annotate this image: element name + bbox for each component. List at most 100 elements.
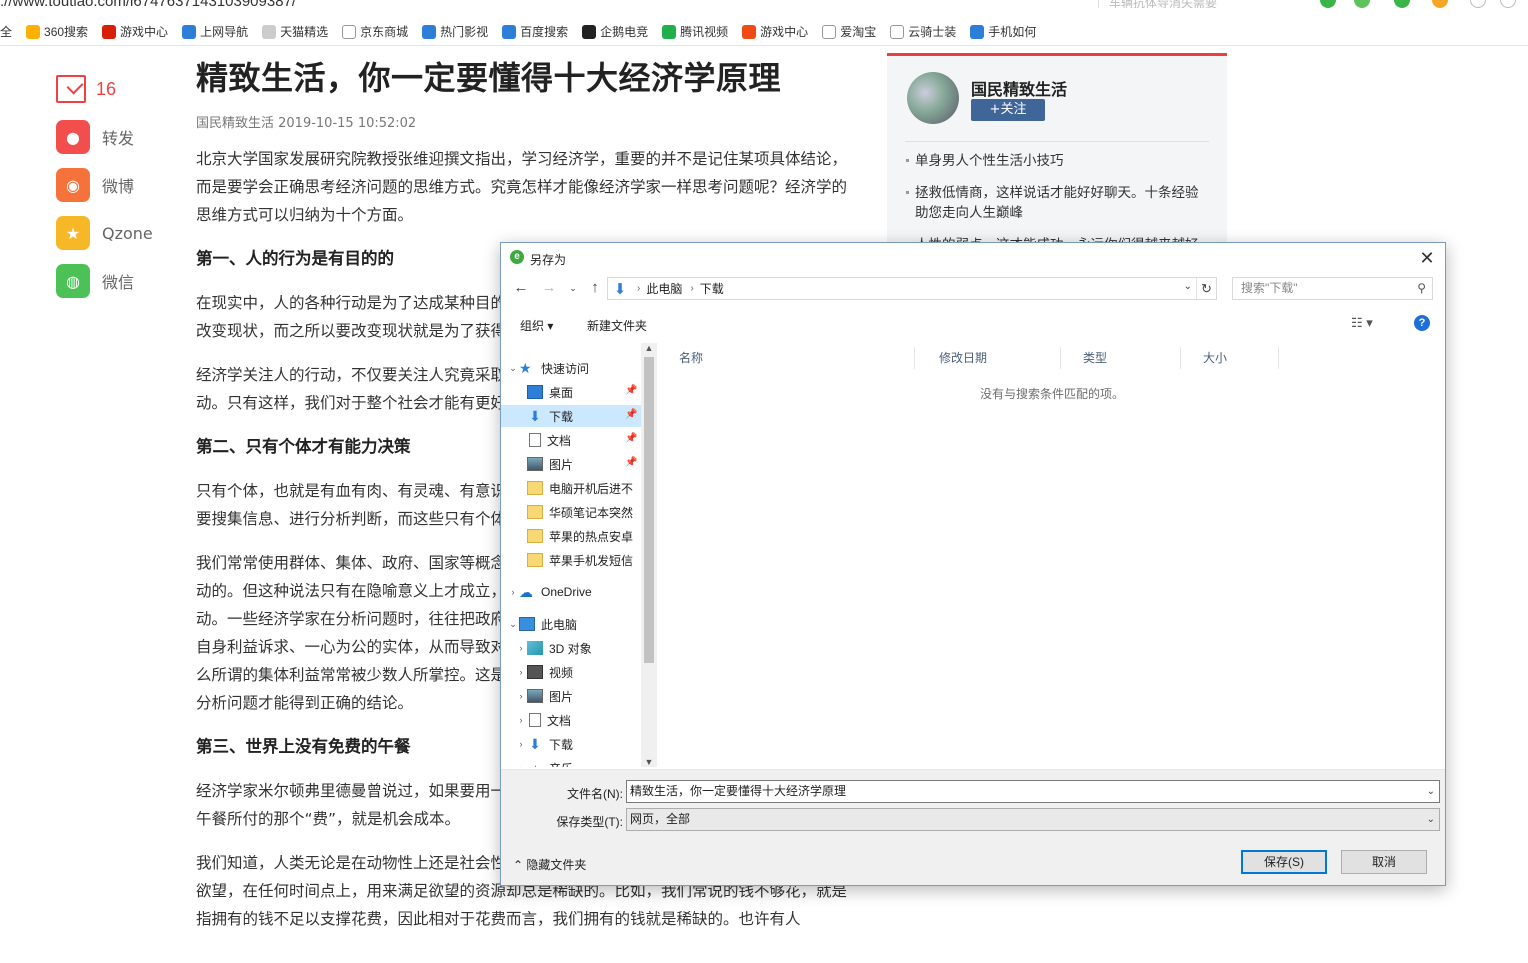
extension-badge-icon[interactable] [1394, 0, 1410, 8]
hide-folders-toggle[interactable]: ⌃ 隐藏文件夹 [513, 856, 586, 873]
dialog-title-bar[interactable]: e 另存为 ✕ [501, 243, 1445, 273]
extension-coin-icon[interactable] [1432, 0, 1448, 8]
tree-item[interactable]: ⌄ 此电脑 [501, 613, 641, 635]
breadcrumb-this-pc[interactable]: 此电脑 [646, 280, 682, 297]
extension-chat-icon[interactable] [1470, 0, 1486, 8]
up-arrow-icon[interactable]: ↑ [585, 278, 605, 298]
chevron-down-icon[interactable]: ⌄ [1427, 809, 1435, 830]
wechat-icon: ◍ [56, 264, 90, 298]
chevron-right-icon[interactable]: › [637, 283, 640, 294]
extension-square-icon[interactable] [1500, 0, 1516, 8]
chevron-right-icon[interactable]: › [690, 283, 693, 294]
chevron-right-icon[interactable]: › [515, 715, 527, 725]
share-wechat-button[interactable]: ◍ 微信 [56, 264, 166, 298]
tree-item[interactable]: › 视频 [501, 661, 641, 683]
related-article-link[interactable]: 单身男人个性生活小技巧 [905, 151, 1211, 171]
column-type[interactable]: 类型 [1063, 347, 1181, 369]
save-button[interactable]: 保存(S) [1241, 850, 1327, 874]
close-button[interactable]: ✕ [1415, 246, 1439, 270]
forward-arrow-icon[interactable]: → [539, 278, 559, 298]
share-qzone-button[interactable]: ★ Qzone [56, 216, 166, 250]
chevron-down-icon[interactable]: ⌄ [1184, 281, 1192, 292]
filename-value: 精致生活，你一定要懂得十大经济学原理 [630, 784, 847, 798]
chevron-down-icon[interactable]: ⌄ [1427, 781, 1435, 802]
chevron-down-icon[interactable]: ⌄ [507, 619, 519, 630]
tree-item[interactable]: › ⬇ 下载 [501, 733, 641, 755]
3d-objects-icon [527, 641, 543, 655]
chevron-right-icon[interactable]: › [515, 691, 527, 701]
tree-item[interactable]: ›♪ 音乐 [501, 757, 641, 767]
breadcrumb-downloads[interactable]: 下载 [700, 280, 724, 297]
bookmark-item[interactable]: 游戏中心 [102, 23, 168, 40]
column-name[interactable]: 名称 [659, 347, 915, 369]
back-arrow-icon[interactable]: ← [511, 278, 531, 298]
bookmark-item[interactable]: 京东商城 [342, 23, 408, 40]
tree-item[interactable]: 电脑开机后进不 [501, 477, 641, 499]
comment-button[interactable]: 16 [56, 72, 166, 106]
column-size[interactable]: 大小 [1183, 347, 1279, 369]
tree-item[interactable]: › 文档 [501, 709, 641, 731]
file-list[interactable]: 名称 修改日期 类型 大小 没有与搜索条件匹配的项。 [659, 343, 1445, 767]
bookmark-item[interactable]: 上网导航 [182, 23, 248, 40]
tree-item[interactable]: 图片 📌 [501, 453, 641, 475]
bookmark-item[interactable]: 企鹅电竞 [582, 23, 648, 40]
share-weibo-button[interactable]: ◉ 微博 [56, 168, 166, 202]
bookmark-item[interactable]: 全 [0, 23, 12, 40]
tree-item[interactable]: 文档 📌 [501, 429, 641, 451]
address-bar[interactable]: ://www.toutiao.com/i6747637143103909387/… [0, 0, 1528, 18]
scroll-down-icon[interactable]: ▼ [641, 757, 657, 767]
organize-menu[interactable]: 组织 ▾ [520, 317, 553, 334]
view-options-icon[interactable]: ☷ ▾ [1351, 315, 1373, 331]
bookmark-item[interactable]: 爱淘宝 [822, 23, 876, 40]
help-icon[interactable]: ? [1414, 315, 1430, 331]
avatar[interactable] [907, 72, 959, 124]
column-date-modified[interactable]: 修改日期 [919, 347, 1061, 369]
filetype-select[interactable]: 网页，全部 ⌄ [626, 808, 1440, 831]
share-forward-button[interactable]: ● 转发 [56, 120, 166, 154]
chevron-right-icon[interactable]: › [515, 667, 527, 677]
path-bar[interactable]: ⬇ › 此电脑 › 下载 ⌄ ↻ [607, 277, 1217, 300]
tree-item[interactable]: › ☁ OneDrive [501, 581, 641, 603]
chevron-right-icon[interactable]: › [515, 739, 527, 749]
tree-item[interactable]: ⌄ ★ 快速访问 [501, 357, 641, 379]
url-text[interactable]: ://www.toutiao.com/i6747637143103909387/ [0, 0, 296, 10]
new-folder-button[interactable]: 新建文件夹 [587, 317, 647, 334]
scroll-up-icon[interactable]: ▲ [641, 343, 657, 353]
bookmark-item[interactable]: 百度搜索 [502, 23, 568, 40]
cancel-button[interactable]: 取消 [1341, 850, 1427, 874]
search-input[interactable]: 搜索"下载" ⚲ [1232, 277, 1433, 300]
chevron-right-icon[interactable]: › [515, 643, 527, 653]
extension-clover-icon[interactable] [1354, 0, 1370, 8]
tree-item[interactable]: 苹果手机发短信 [501, 549, 641, 571]
bookmark-item[interactable]: 手机如何 [970, 23, 1036, 40]
chevron-right-icon[interactable]: › [515, 763, 527, 767]
search-icon[interactable]: ⚲ [1417, 278, 1426, 299]
bookmark-item[interactable]: 游戏中心 [742, 23, 808, 40]
tree-item[interactable]: › 图片 [501, 685, 641, 707]
refresh-icon[interactable]: ↻ [1196, 278, 1216, 299]
tree-item[interactable]: › 3D 对象 [501, 637, 641, 659]
extension-green-icon[interactable] [1320, 0, 1336, 8]
bookmark-item[interactable]: 天猫精选 [262, 23, 328, 40]
bookmark-item[interactable]: 云骑士装 [890, 23, 956, 40]
scrollbar-thumb[interactable] [644, 357, 654, 663]
author-name[interactable]: 国民精致生活 [971, 76, 1067, 100]
tree-item[interactable]: 苹果的热点安卓 [501, 525, 641, 547]
bookmark-item[interactable]: 360搜索 [26, 23, 88, 40]
tree-item[interactable]: ⬇ 下载 📌 [501, 405, 641, 427]
bookmark-label: 全 [0, 25, 13, 39]
browser-search-input[interactable]: 车辆抗体导消失需要 [1098, 0, 1298, 8]
tmall-icon [262, 24, 277, 39]
recent-dropdown-icon[interactable]: ⌄ [563, 278, 583, 298]
related-article-link[interactable]: 拯救低情商，这样说话才能好好聊天。十条经验助您走向人生巅峰 [905, 183, 1211, 223]
tree-item[interactable]: 桌面 📌 [501, 381, 641, 403]
bookmark-item[interactable]: 热门影视 [422, 23, 488, 40]
bookmark-label: 游戏中心 [120, 25, 169, 39]
bookmark-item[interactable]: 腾讯视频 [662, 23, 728, 40]
tree-scrollbar[interactable]: ▲ ▼ [641, 343, 657, 767]
follow-button[interactable]: +关注 [971, 99, 1045, 121]
tree-item[interactable]: 华硕笔记本突然 [501, 501, 641, 523]
chevron-right-icon[interactable]: › [507, 587, 519, 597]
chevron-down-icon[interactable]: ⌄ [507, 363, 519, 374]
filename-input[interactable]: 精致生活，你一定要懂得十大经济学原理 ⌄ [626, 780, 1440, 803]
